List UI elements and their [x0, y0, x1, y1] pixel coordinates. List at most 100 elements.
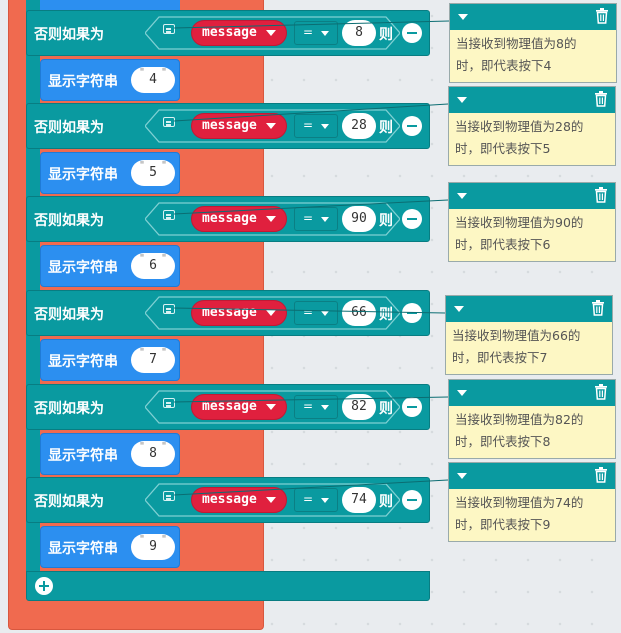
comment-icon[interactable] [163, 24, 175, 34]
message-variable[interactable]: message [191, 300, 287, 326]
message-variable[interactable]: message [191, 487, 287, 513]
condition-slot[interactable]: message = 66 [145, 295, 400, 331]
comment-header[interactable] [449, 463, 615, 489]
comment-icon[interactable] [163, 398, 175, 408]
comment-icon[interactable] [163, 210, 175, 220]
comment-line-1: 当接收到物理值为66的 [452, 328, 581, 343]
comment-line-1: 当接收到物理值为90的 [455, 215, 584, 230]
caret-down-icon [321, 311, 329, 316]
comment-line-2: 时，即代表按下5 [455, 141, 551, 156]
comment-bubble[interactable]: 当接收到物理值为28的 时，即代表按下5 [448, 86, 616, 166]
string-input[interactable]: " 4 " [131, 67, 175, 93]
caret-down-icon[interactable] [266, 497, 276, 503]
operator-dropdown[interactable]: = [294, 488, 338, 512]
compare-value-input[interactable]: 66 [342, 300, 376, 326]
then-label: 则 [379, 494, 393, 510]
comment-text-area[interactable]: 当接收到物理值为28的 时，即代表按下5 [449, 113, 615, 165]
string-input[interactable]: " 6 " [131, 253, 175, 279]
show-string-label: 显示字符串 [48, 448, 118, 464]
else-if-block[interactable]: 否则如果为 message = 90 则 [26, 196, 430, 242]
comment-icon[interactable] [163, 117, 175, 127]
show-string-label: 显示字符串 [48, 354, 118, 370]
comment-text-area[interactable]: 当接收到物理值为74的 时，即代表按下9 [449, 489, 615, 541]
trash-icon[interactable] [594, 467, 608, 483]
caret-down-icon[interactable] [454, 306, 464, 312]
comment-bubble[interactable]: 当接收到物理值为90的 时，即代表按下6 [448, 182, 616, 262]
caret-down-icon[interactable] [266, 404, 276, 410]
operator-dropdown[interactable]: = [294, 21, 338, 45]
minus-circle-icon[interactable] [402, 303, 422, 323]
show-string-block[interactable]: 显示字符串 " 5 " [40, 152, 180, 194]
else-if-block[interactable]: 否则如果为 message = 82 则 [26, 384, 430, 430]
caret-down-icon[interactable] [266, 123, 276, 129]
compare-value-input[interactable]: 90 [342, 206, 376, 232]
minus-circle-icon[interactable] [402, 490, 422, 510]
show-string-block[interactable]: 显示字符串 " 6 " [40, 245, 180, 287]
caret-down-icon[interactable] [458, 14, 468, 20]
string-input[interactable]: " 5 " [131, 160, 175, 186]
close-quote: " [160, 534, 167, 545]
comment-header[interactable] [450, 4, 616, 30]
comment-text-area[interactable]: 当接收到物理值为82的 时，即代表按下8 [449, 406, 615, 458]
variable-name: message [202, 399, 257, 414]
minus-circle-icon[interactable] [402, 397, 422, 417]
compare-value-input[interactable]: 74 [342, 487, 376, 513]
show-string-block[interactable]: 显示字符串 " 7 " [40, 339, 180, 381]
comment-text-area[interactable]: 当接收到物理值为66的 时，即代表按下7 [446, 322, 612, 374]
caret-down-icon[interactable] [457, 390, 467, 396]
caret-down-icon[interactable] [457, 473, 467, 479]
trash-icon[interactable] [595, 8, 609, 24]
operator-dropdown[interactable]: = [294, 395, 338, 419]
comment-header[interactable] [449, 380, 615, 406]
else-if-block[interactable]: 否则如果为 message = 74 则 [26, 477, 430, 523]
string-input[interactable]: " 9 " [131, 534, 175, 560]
condition-slot[interactable]: message = 28 [145, 108, 400, 144]
message-variable[interactable]: message [191, 20, 287, 46]
minus-circle-icon[interactable] [402, 23, 422, 43]
comment-bubble[interactable]: 当接收到物理值为74的 时，即代表按下9 [448, 462, 616, 542]
comment-text-area[interactable]: 当接收到物理值为90的 时，即代表按下6 [449, 209, 615, 261]
string-input[interactable]: " 8 " [131, 441, 175, 467]
compare-value-input[interactable]: 28 [342, 113, 376, 139]
caret-down-icon[interactable] [266, 310, 276, 316]
comment-icon[interactable] [163, 304, 175, 314]
comment-icon[interactable] [163, 491, 175, 501]
show-string-block[interactable]: 显示字符串 " 8 " [40, 433, 180, 475]
message-variable[interactable]: message [191, 394, 287, 420]
comment-bubble[interactable]: 当接收到物理值为8的 时，即代表按下4 [449, 3, 617, 83]
message-variable[interactable]: message [191, 206, 287, 232]
show-string-block[interactable]: 显示字符串 " 4 " [40, 59, 180, 101]
trash-icon[interactable] [591, 300, 605, 316]
compare-value-input[interactable]: 8 [342, 20, 376, 46]
caret-down-icon[interactable] [457, 97, 467, 103]
comment-header[interactable] [446, 296, 612, 322]
else-if-block[interactable]: 否则如果为 message = 8 则 [26, 10, 430, 56]
operator-dropdown[interactable]: = [294, 207, 338, 231]
show-string-block[interactable]: 显示字符串 " 9 " [40, 526, 180, 568]
comment-header[interactable] [449, 87, 615, 113]
operator-dropdown[interactable]: = [294, 301, 338, 325]
condition-slot[interactable]: message = 82 [145, 389, 400, 425]
trash-icon[interactable] [594, 384, 608, 400]
caret-down-icon[interactable] [457, 193, 467, 199]
message-variable[interactable]: message [191, 113, 287, 139]
trash-icon[interactable] [594, 91, 608, 107]
comment-bubble[interactable]: 当接收到物理值为82的 时，即代表按下8 [448, 379, 616, 459]
compare-value-input[interactable]: 82 [342, 394, 376, 420]
condition-slot[interactable]: message = 8 [145, 15, 400, 51]
else-if-block[interactable]: 否则如果为 message = 66 则 [26, 290, 430, 336]
minus-circle-icon[interactable] [402, 209, 422, 229]
comment-text-area[interactable]: 当接收到物理值为8的 时，即代表按下4 [450, 30, 616, 82]
comment-bubble[interactable]: 当接收到物理值为66的 时，即代表按下7 [445, 295, 613, 375]
caret-down-icon[interactable] [266, 216, 276, 222]
caret-down-icon[interactable] [266, 30, 276, 36]
string-input[interactable]: " 7 " [131, 347, 175, 373]
condition-slot[interactable]: message = 90 [145, 201, 400, 237]
operator-dropdown[interactable]: = [294, 114, 338, 138]
trash-icon[interactable] [594, 187, 608, 203]
else-if-block[interactable]: 否则如果为 message = 28 则 [26, 103, 430, 149]
minus-circle-icon[interactable] [402, 116, 422, 136]
comment-header[interactable] [449, 183, 615, 209]
condition-slot[interactable]: message = 74 [145, 482, 400, 518]
plus-circle-icon[interactable] [35, 577, 53, 595]
